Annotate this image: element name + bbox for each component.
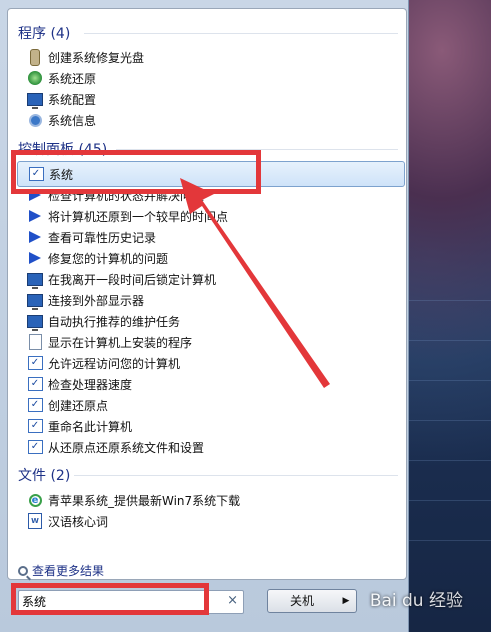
watermark: Bai du 经验	[369, 591, 463, 611]
arrow-shape	[180, 178, 330, 388]
annotation-arrow	[180, 178, 330, 388]
